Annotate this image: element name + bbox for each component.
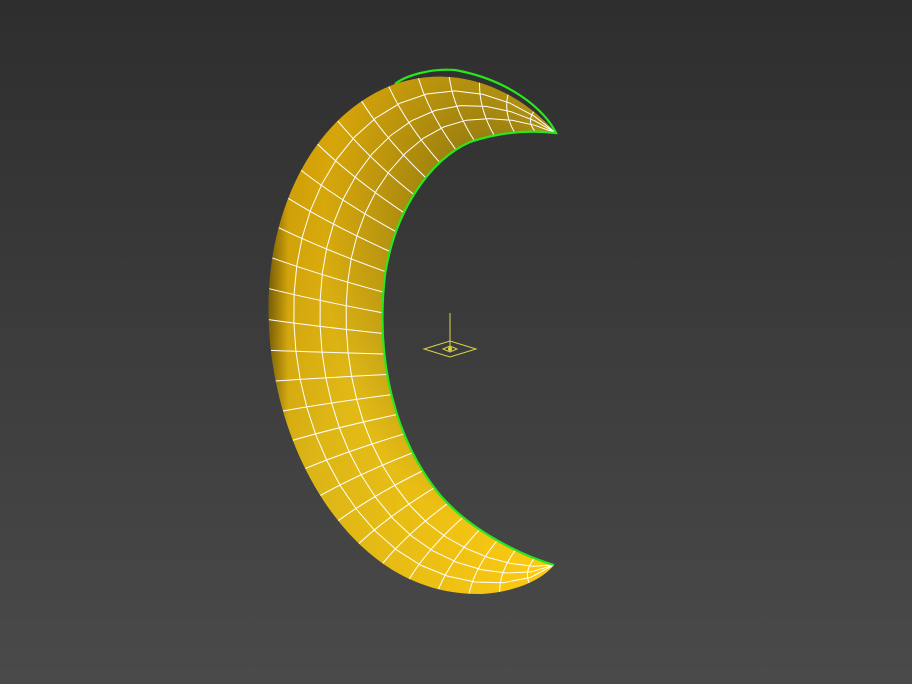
pivot-gizmo-icon[interactable]: [422, 313, 478, 358]
scene-layer: [250, 60, 570, 600]
crescent-mesh[interactable]: [250, 60, 570, 600]
3d-viewport[interactable]: [0, 0, 912, 684]
